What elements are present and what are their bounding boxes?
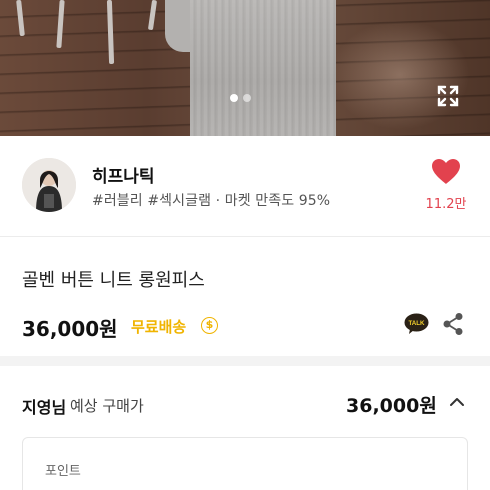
floor-reflection (330, 20, 470, 130)
talk-icon-text: TALK (408, 320, 425, 327)
chair-legs (0, 0, 170, 70)
estimate-price: 36,000원 (346, 395, 437, 417)
like-count: 11.2만 (425, 197, 467, 212)
product-image-gallery[interactable] (0, 0, 490, 136)
expand-icon[interactable] (436, 84, 460, 108)
share-icon[interactable] (442, 312, 464, 336)
chevron-up-icon[interactable] (448, 394, 466, 410)
user-name: 지영님 (22, 398, 67, 417)
heart-icon[interactable] (431, 158, 461, 185)
seller-tags: #러블리 #섹시글램 · 마켓 만족도 95% (92, 193, 331, 209)
pagination-dot[interactable] (243, 94, 251, 102)
seller-avatar[interactable] (22, 158, 76, 212)
estimate-label: 예상 구매가 (70, 397, 144, 415)
points-panel: 포인트 (22, 437, 468, 490)
kakao-talk-icon[interactable]: TALK (404, 313, 429, 335)
knit-dress-photo (190, 0, 336, 136)
shipping-info-icon[interactable]: $ (201, 317, 218, 334)
seller-row[interactable]: 히프나틱 #러블리 #섹시글램 · 마켓 만족도 95% 11.2만 (0, 136, 490, 236)
free-shipping-label: 무료배송 (131, 318, 187, 336)
pagination-dot-active[interactable] (230, 94, 238, 102)
product-price: 36,000원 (22, 317, 118, 341)
gallery-pagination (230, 94, 251, 102)
divider (0, 236, 490, 237)
product-title: 골벤 버튼 니트 롱원피스 (22, 270, 205, 291)
seller-name[interactable]: 히프나틱 (92, 162, 155, 187)
points-label: 포인트 (45, 464, 81, 479)
section-separator (0, 356, 490, 366)
like-button[interactable]: 11.2만 (420, 158, 472, 212)
